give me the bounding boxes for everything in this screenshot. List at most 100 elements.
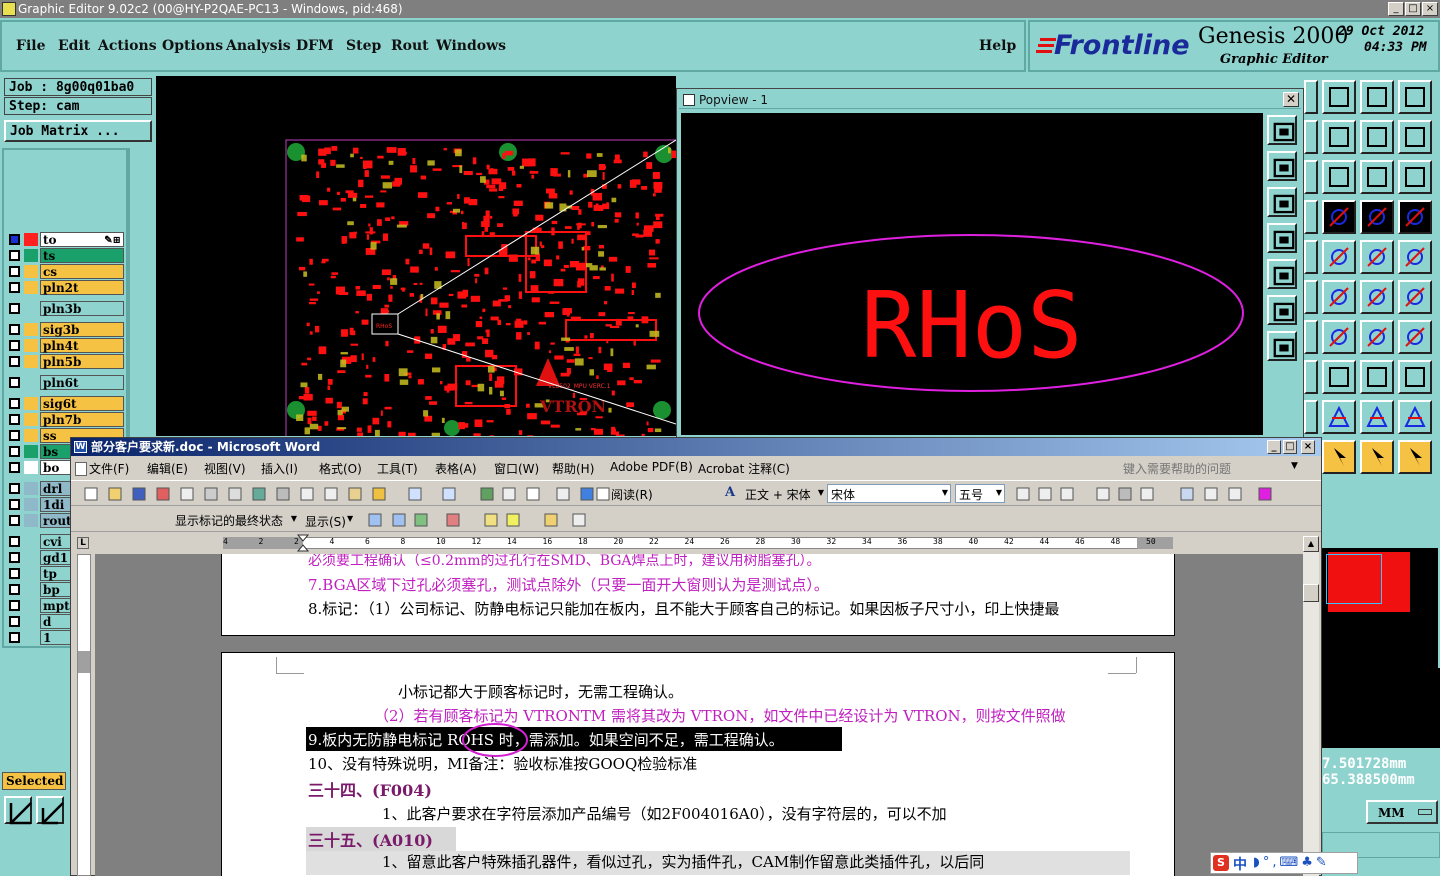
char-scale-icon[interactable] xyxy=(1139,486,1155,502)
layer-checkbox[interactable] xyxy=(9,340,20,351)
layer-color-swatch[interactable] xyxy=(24,498,38,511)
layer-checkbox[interactable] xyxy=(9,414,20,425)
tool-layer-red-icon[interactable] xyxy=(1360,200,1394,234)
tool-probe-icon[interactable] xyxy=(1322,200,1356,234)
help-search-input[interactable] xyxy=(1123,460,1305,477)
cut-icon[interactable] xyxy=(299,486,315,502)
size-select[interactable]: 五号 ▼ xyxy=(955,484,1005,503)
layer-name[interactable]: pln6t xyxy=(40,375,124,390)
layer-row-sig6t[interactable]: sig6t xyxy=(6,396,124,411)
word-minimize-button[interactable]: _ xyxy=(1267,440,1281,454)
layer-color-swatch[interactable] xyxy=(24,429,38,442)
bold-button[interactable] xyxy=(1015,486,1031,502)
layer-color-swatch[interactable] xyxy=(24,514,38,527)
reviewing-pane-icon[interactable] xyxy=(571,512,587,528)
layer-color-swatch[interactable] xyxy=(24,445,38,458)
align-left-button[interactable] xyxy=(1179,486,1195,502)
layer-name[interactable]: ts xyxy=(40,248,124,263)
word-menu-edit[interactable]: 编辑(E) xyxy=(147,460,188,477)
word-menu-tools[interactable]: 工具(T) xyxy=(377,460,418,477)
tool-snap-icon[interactable] xyxy=(1398,120,1432,154)
tool-home-icon[interactable] xyxy=(1360,80,1394,114)
tool-arrow-red-icon[interactable] xyxy=(1322,240,1356,274)
popview-titlebar[interactable]: Popview - 1 ✕ xyxy=(679,91,1301,109)
layer-name[interactable]: pln3b xyxy=(40,301,124,316)
tool-open-icon[interactable] xyxy=(1322,120,1356,154)
layer-row-pln4t[interactable]: pln4t xyxy=(6,338,124,353)
layer-color-swatch[interactable] xyxy=(24,551,38,564)
layer-checkbox[interactable] xyxy=(9,303,20,314)
align-center-button[interactable] xyxy=(1203,486,1219,502)
layer-color-swatch[interactable] xyxy=(24,482,38,495)
close-button[interactable]: × xyxy=(1422,2,1438,16)
next-change-icon[interactable] xyxy=(391,512,407,528)
tool-segment-icon[interactable] xyxy=(1322,360,1356,394)
layer-row-ts[interactable]: ts xyxy=(6,248,124,263)
tool-fit-icon[interactable] xyxy=(1322,160,1356,194)
layer-row-pln7b[interactable]: pln7b xyxy=(6,412,124,427)
maximize-button[interactable]: □ xyxy=(1405,2,1421,16)
copy-icon[interactable] xyxy=(323,486,339,502)
tab-selector[interactable]: L xyxy=(77,537,89,549)
layer-row-cs[interactable]: cs xyxy=(6,264,124,279)
markup-state-select[interactable]: 显示标记的最终状态 ▼ xyxy=(171,510,299,529)
popview-pan-left-button[interactable] xyxy=(1267,223,1297,253)
popview-fit-button[interactable] xyxy=(1267,295,1297,325)
layer-row-pln6t[interactable]: pln6t xyxy=(6,375,124,390)
tool-save-icon[interactable] xyxy=(1322,80,1356,114)
vertical-scrollbar[interactable]: ▲ xyxy=(1303,536,1319,876)
print-icon[interactable] xyxy=(203,486,219,502)
new-doc-icon[interactable] xyxy=(83,486,99,502)
layer-row-pln3b[interactable]: pln3b xyxy=(6,301,124,316)
tool-side-strip[interactable] xyxy=(1304,400,1318,434)
permission-icon[interactable] xyxy=(155,486,171,502)
layer-name[interactable]: pln4t xyxy=(40,338,124,353)
read-icon[interactable] xyxy=(595,486,611,502)
reject-change-icon[interactable] xyxy=(445,512,461,528)
ime-tools-icons[interactable]: ◗°,⌨♣✎ xyxy=(1253,855,1330,870)
layer-name[interactable]: pln5b xyxy=(40,354,124,369)
print-preview-icon[interactable] xyxy=(227,486,243,502)
popview-zoom-in-button[interactable] xyxy=(1267,151,1297,181)
step-field[interactable]: Step: cam xyxy=(4,97,152,115)
word-close-button[interactable]: × xyxy=(1301,440,1315,454)
tool-side-strip[interactable] xyxy=(1304,160,1318,194)
track-changes-icon[interactable] xyxy=(543,512,559,528)
layer-name[interactable]: to ✎⊞ xyxy=(40,232,124,247)
tool-line-red-icon[interactable] xyxy=(1322,320,1356,354)
layer-color-swatch[interactable] xyxy=(24,535,38,548)
layer-checkbox[interactable] xyxy=(9,250,20,261)
tool-text-icon[interactable] xyxy=(1360,240,1394,274)
layer-color-swatch[interactable] xyxy=(24,461,38,474)
style-select[interactable]: 正文 + 宋体 ▼ xyxy=(743,484,825,503)
accept-change-icon[interactable] xyxy=(413,512,429,528)
word-menu-file[interactable]: 文件(F) xyxy=(89,460,129,477)
layer-color-swatch[interactable] xyxy=(24,567,38,580)
email-icon[interactable] xyxy=(179,486,195,502)
layer-checkbox[interactable] xyxy=(9,499,20,510)
layer-checkbox[interactable] xyxy=(9,552,20,563)
menu-step[interactable]: Step xyxy=(346,38,381,54)
units-select[interactable]: MM xyxy=(1366,800,1438,824)
underline-button[interactable] xyxy=(1059,486,1075,502)
layer-color-swatch[interactable] xyxy=(24,615,38,628)
format-painter-icon[interactable] xyxy=(371,486,387,502)
word-titlebar[interactable]: W 部分客户要求新.doc - Microsoft Word _ □ × xyxy=(71,438,1321,456)
popview-home-button[interactable] xyxy=(1267,115,1297,145)
justify-button[interactable] xyxy=(1227,486,1243,502)
tool-select-alt-icon[interactable] xyxy=(1360,440,1394,474)
layer-checkbox[interactable] xyxy=(9,483,20,494)
menu-options[interactable]: Options xyxy=(162,38,223,54)
help-icon[interactable] xyxy=(579,486,595,502)
word-menu-adobe-pdf[interactable]: Adobe PDF(B) xyxy=(610,460,693,474)
tool-highlight-icon[interactable] xyxy=(1398,360,1432,394)
word-restore-button[interactable]: □ xyxy=(1283,440,1297,454)
drawing-icon[interactable] xyxy=(555,486,571,502)
layer-color-swatch[interactable] xyxy=(24,397,38,410)
hyperlink-icon[interactable] xyxy=(479,486,495,502)
layer-color-swatch[interactable] xyxy=(24,355,38,368)
tool-node-alt-icon[interactable] xyxy=(1398,280,1432,314)
tool-grid-icon[interactable] xyxy=(1398,240,1432,274)
minimize-button[interactable]: _ xyxy=(1388,2,1404,16)
tool-cross-icon[interactable] xyxy=(1322,280,1356,314)
